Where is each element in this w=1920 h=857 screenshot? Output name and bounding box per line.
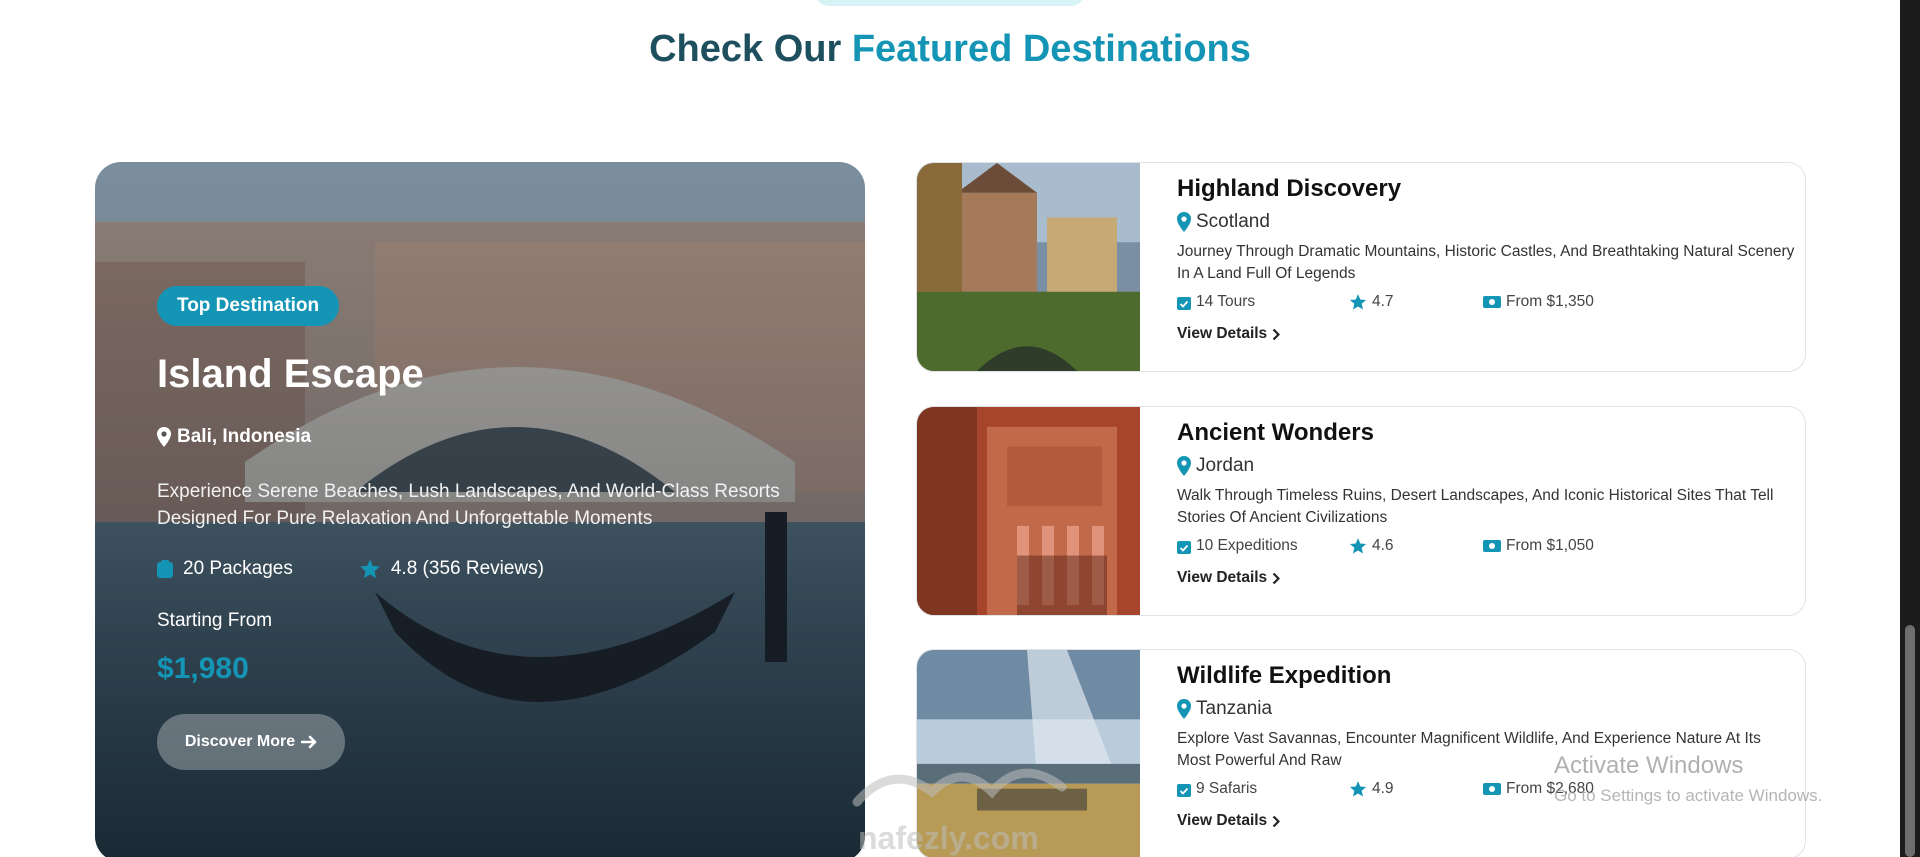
- star-icon: [1349, 538, 1367, 554]
- package-icon: [157, 560, 173, 578]
- destination-card[interactable]: Highland Discovery Scotland Journey Thro…: [916, 162, 1806, 372]
- view-details-label: View Details: [1177, 325, 1268, 342]
- activate-windows-title: Activate Windows: [1554, 752, 1744, 779]
- view-details-link[interactable]: View Details: [1177, 569, 1785, 587]
- card-location: Scotland: [1177, 211, 1785, 233]
- featured-title: Island Escape: [157, 352, 424, 396]
- card-stats: 14 Tours 4.7 From $1,350: [1177, 293, 1785, 311]
- calendar-check-icon: [1177, 296, 1191, 310]
- section-title-main: Check Our: [649, 28, 852, 70]
- scrollbar-thumb[interactable]: [1905, 625, 1915, 857]
- view-details-label: View Details: [1177, 812, 1268, 829]
- card-rating: 4.9: [1349, 780, 1483, 798]
- discover-more-button[interactable]: Discover More: [157, 714, 345, 770]
- card-title: Ancient Wonders: [1177, 419, 1374, 446]
- star-icon: [1349, 781, 1367, 797]
- starting-from-label: Starting From: [157, 610, 273, 631]
- card-count: 10 Expeditions: [1177, 537, 1349, 555]
- discover-more-label: Discover More: [184, 733, 296, 750]
- top-decorative-pill: [815, 0, 1085, 6]
- card-count: 14 Tours: [1177, 293, 1349, 311]
- section-title-accent: Featured Destinations: [851, 28, 1251, 70]
- card-rating-text: 4.9: [1372, 780, 1394, 797]
- calendar-check-icon: [1177, 783, 1191, 797]
- card-rating-text: 4.7: [1372, 293, 1394, 310]
- money-icon: [1483, 296, 1501, 308]
- star-icon: [1349, 294, 1367, 310]
- nafezly-site-watermark: nafezly.com: [858, 820, 1039, 856]
- location-pin-icon: [1177, 212, 1191, 232]
- card-title: Highland Discovery: [1177, 175, 1402, 202]
- featured-packages-text: 20 Packages: [183, 558, 293, 579]
- featured-description: Experience Serene Beaches, Lush Landscap…: [157, 481, 780, 529]
- card-title: Wildlife Expedition: [1177, 662, 1392, 689]
- top-destination-badge: Top Destination: [157, 286, 340, 326]
- page: Check Our Featured Destinations Top Dest…: [0, 0, 1920, 857]
- card-count: 9 Safaris: [1177, 780, 1349, 798]
- card-rating: 4.7: [1349, 293, 1483, 311]
- card-location-text: Scotland: [1196, 211, 1270, 232]
- activate-windows-subtitle: Go to Settings to activate Windows.: [1554, 786, 1823, 805]
- featured-rating-text: 4.8 (356 Reviews): [390, 558, 544, 579]
- card-description: Walk Through Timeless Ruins, Desert Land…: [1177, 487, 1774, 526]
- card-location: Tanzania: [1177, 698, 1785, 720]
- featured-packages: 20 Packages: [157, 558, 293, 580]
- card-price: From $1,050: [1483, 537, 1594, 555]
- location-pin-icon: [1177, 456, 1191, 476]
- card-price-text: From $1,350: [1506, 293, 1594, 310]
- card-rating: 4.6: [1349, 537, 1483, 555]
- card-count-text: 10 Expeditions: [1196, 537, 1298, 554]
- calendar-check-icon: [1177, 540, 1191, 554]
- view-details-link[interactable]: View Details: [1177, 812, 1785, 830]
- section-title: Check Our Featured Destinations: [0, 28, 1900, 71]
- card-count-text: 14 Tours: [1196, 293, 1256, 310]
- location-pin-icon: [1177, 699, 1191, 719]
- chevron-right-icon: [1272, 328, 1281, 340]
- star-icon: [359, 559, 380, 579]
- featured-stats: 20 Packages 4.8 (356 Reviews): [157, 558, 544, 580]
- nafezly-logo-watermark: [852, 768, 1067, 807]
- featured-destination-card[interactable]: Top Destination Island Escape Bali, Indo…: [95, 162, 865, 857]
- featured-price: $1,980: [157, 652, 249, 685]
- card-price: From $1,350: [1483, 293, 1594, 311]
- arrow-right-icon: [301, 735, 317, 749]
- view-details-label: View Details: [1177, 569, 1268, 586]
- destination-card-image: [917, 163, 1140, 371]
- chevron-right-icon: [1272, 572, 1281, 584]
- featured-location: Bali, Indonesia: [157, 426, 311, 448]
- chevron-right-icon: [1272, 815, 1281, 827]
- card-location: Jordan: [1177, 455, 1785, 477]
- view-details-link[interactable]: View Details: [1177, 325, 1785, 343]
- card-info: Highland Discovery Scotland Journey Thro…: [1177, 175, 1794, 343]
- money-icon: [1483, 540, 1501, 552]
- card-count-text: 9 Safaris: [1196, 780, 1258, 797]
- card-description: Journey Through Dramatic Mountains, Hist…: [1177, 243, 1795, 282]
- card-info: Ancient Wonders Jordan Walk Through Time…: [1177, 419, 1785, 587]
- card-rating-text: 4.6: [1372, 537, 1394, 554]
- card-location-text: Tanzania: [1196, 698, 1273, 719]
- page-scrollbar[interactable]: [1900, 0, 1920, 857]
- card-stats: 10 Expeditions 4.6 From $1,050: [1177, 537, 1785, 555]
- location-pin-icon: [157, 427, 171, 447]
- card-location-text: Jordan: [1196, 455, 1255, 476]
- featured-location-text: Bali, Indonesia: [177, 426, 312, 447]
- money-icon: [1483, 783, 1501, 795]
- destination-card-image: [917, 407, 1140, 615]
- card-price-text: From $1,050: [1506, 537, 1594, 554]
- destination-card[interactable]: Ancient Wonders Jordan Walk Through Time…: [916, 406, 1806, 616]
- featured-rating: 4.8 (356 Reviews): [359, 558, 544, 580]
